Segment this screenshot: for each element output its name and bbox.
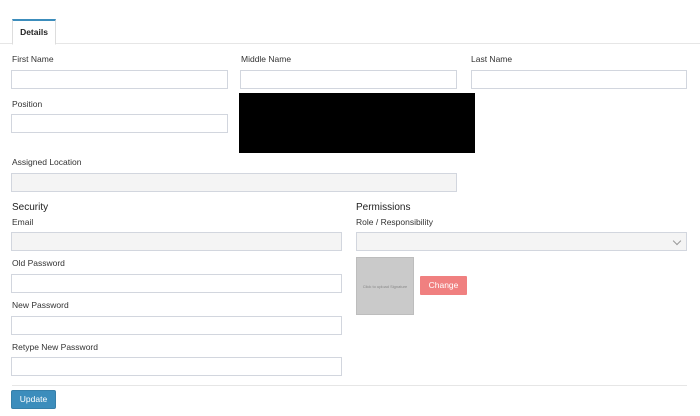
middle-name-input[interactable] <box>240 70 457 89</box>
update-button[interactable]: Update <box>11 390 56 409</box>
first-name-label: First Name <box>12 54 54 64</box>
change-button[interactable]: Change <box>420 276 467 295</box>
signature-placeholder-text: Click to upload Signature <box>362 283 408 289</box>
old-password-input[interactable] <box>11 274 342 293</box>
position-input[interactable] <box>11 114 228 133</box>
last-name-input[interactable] <box>471 70 687 89</box>
signature-upload[interactable]: Click to upload Signature <box>356 257 414 315</box>
middle-name-label: Middle Name <box>241 54 292 64</box>
role-select[interactable] <box>356 232 687 251</box>
footer-divider <box>12 385 687 386</box>
position-label: Position <box>12 99 43 109</box>
assigned-location-label: Assigned Location <box>12 157 82 167</box>
last-name-label: Last Name <box>471 54 513 64</box>
chevron-down-icon <box>672 236 682 246</box>
tab-details[interactable]: Details <box>12 19 56 45</box>
tab-bar: Details <box>0 0 700 45</box>
email-input <box>11 232 342 251</box>
retype-password-input[interactable] <box>11 357 342 376</box>
redacted-block <box>239 93 475 153</box>
role-label: Role / Responsibility <box>356 217 434 227</box>
email-label: Email <box>12 217 34 227</box>
assigned-location-input <box>11 173 457 192</box>
new-password-input[interactable] <box>11 316 342 335</box>
permissions-heading: Permissions <box>356 202 411 213</box>
old-password-label: Old Password <box>12 258 65 268</box>
security-heading: Security <box>12 202 49 213</box>
first-name-input[interactable] <box>11 70 228 89</box>
new-password-label: New Password <box>12 300 69 310</box>
retype-password-label: Retype New Password <box>12 342 98 352</box>
